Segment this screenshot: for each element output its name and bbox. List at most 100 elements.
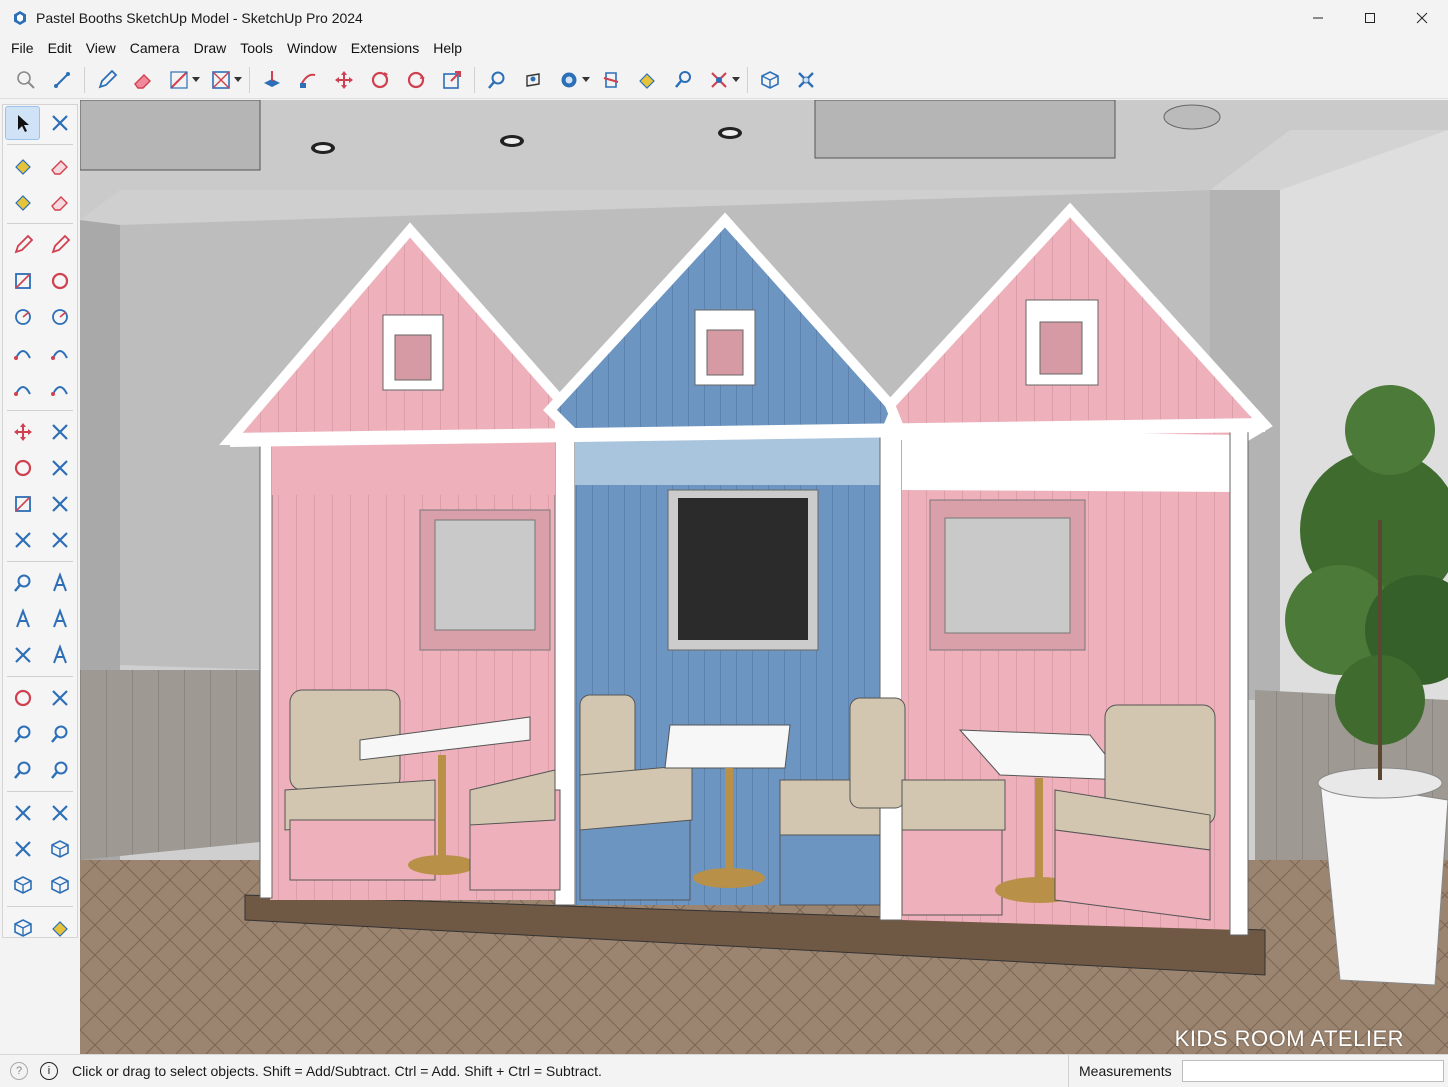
- zoom-tool-button[interactable]: [5, 717, 40, 751]
- close-button[interactable]: [1396, 0, 1448, 36]
- sandbox-tool-button[interactable]: [42, 832, 77, 866]
- rotate-tool-button[interactable]: [5, 451, 40, 485]
- look-around-tool-button[interactable]: [42, 753, 77, 787]
- eraser-button[interactable]: [125, 63, 161, 97]
- zoom-window-icon: [675, 70, 691, 88]
- info-icon[interactable]: i: [40, 1061, 58, 1080]
- pencil-button[interactable]: [89, 63, 125, 97]
- tape-measure-tool-button[interactable]: [5, 566, 40, 600]
- tag-paint-tool-button[interactable]: [5, 185, 40, 219]
- text-tool-button[interactable]: [42, 602, 77, 636]
- axes-tool-button[interactable]: [5, 638, 40, 672]
- orbit-icon: [407, 71, 425, 88]
- position-camera-tool-button[interactable]: [42, 796, 77, 830]
- scale-button[interactable]: [434, 63, 470, 97]
- warehouse-icon: [13, 876, 32, 894]
- rotated-rectangle-tool-button[interactable]: [42, 264, 77, 298]
- paint-bucket-icon: [639, 72, 655, 89]
- pie-tool-button[interactable]: [42, 336, 77, 370]
- freehand-tool-button[interactable]: [42, 228, 77, 262]
- rotate-button[interactable]: [362, 63, 398, 97]
- tag-eraser-icon: [50, 196, 68, 211]
- push-pull-button[interactable]: [254, 63, 290, 97]
- circle-tool-button[interactable]: [5, 300, 40, 334]
- pencil-icon: [14, 234, 33, 254]
- pan-tool-button[interactable]: [42, 681, 77, 715]
- arc-tool-button[interactable]: [5, 336, 40, 370]
- eraser-tool-button[interactable]: [42, 149, 77, 183]
- menu-window[interactable]: Window: [280, 40, 344, 56]
- minimize-button[interactable]: [1292, 0, 1344, 36]
- 3d-text-tool-button[interactable]: [42, 638, 77, 672]
- two-point-arc-tool-button[interactable]: [5, 372, 40, 406]
- menu-tools[interactable]: Tools: [233, 40, 280, 56]
- toolbar-separator: [7, 791, 73, 792]
- protractor-tool-button[interactable]: [5, 602, 40, 636]
- rectangle-tool-button[interactable]: [5, 264, 40, 298]
- warehouse-button[interactable]: [752, 63, 788, 97]
- materials-tool-button[interactable]: [42, 911, 77, 945]
- select-tool-button[interactable]: [5, 106, 41, 140]
- walk-tool-button[interactable]: [5, 796, 40, 830]
- paint-bucket-tool-button[interactable]: [5, 149, 40, 183]
- scale-tool-button[interactable]: [5, 487, 40, 521]
- zoom-icon: [488, 71, 505, 89]
- menu-bar: File Edit View Camera Draw Tools Window …: [0, 36, 1448, 60]
- orbit-button[interactable]: [398, 63, 434, 97]
- pencil-tool-button[interactable]: [5, 228, 40, 262]
- arc-icon: [13, 350, 31, 360]
- polygon-icon: [51, 309, 68, 325]
- flip-tool-button[interactable]: [5, 523, 40, 557]
- menu-edit[interactable]: Edit: [41, 40, 79, 56]
- protractor-icon: [15, 608, 30, 628]
- search-button[interactable]: [8, 63, 44, 97]
- three-point-arc-tool-button[interactable]: [42, 372, 77, 406]
- extension-warehouse-tool-button[interactable]: [42, 868, 77, 902]
- move-tool-button[interactable]: [5, 415, 40, 449]
- offset-tool-button[interactable]: [42, 487, 77, 521]
- two-point-arc-icon: [13, 386, 31, 396]
- styles-icon: [561, 72, 577, 87]
- menu-help[interactable]: Help: [426, 40, 469, 56]
- dimension-tool-button[interactable]: [42, 566, 77, 600]
- menu-extensions[interactable]: Extensions: [344, 40, 426, 56]
- measurements-input[interactable]: [1182, 1060, 1444, 1082]
- toolbar-separator: [747, 66, 748, 93]
- menu-draw[interactable]: Draw: [187, 40, 234, 56]
- maximize-button[interactable]: [1344, 0, 1396, 36]
- zoom-window-button[interactable]: [665, 63, 701, 97]
- polygon-tool-button[interactable]: [42, 300, 77, 334]
- toolbar-separator: [474, 66, 475, 93]
- tape-measure-button[interactable]: [44, 63, 80, 97]
- move-button[interactable]: [326, 63, 362, 97]
- section-plane-tool-button[interactable]: [5, 832, 40, 866]
- rectangle-button[interactable]: [203, 63, 239, 97]
- tool-row: [3, 565, 77, 601]
- solid-tools-tool-button[interactable]: [42, 523, 77, 557]
- tag-eraser-tool-button[interactable]: [42, 185, 77, 219]
- menu-camera[interactable]: Camera: [123, 40, 187, 56]
- walk-button[interactable]: [515, 63, 551, 97]
- line-button[interactable]: [161, 63, 197, 97]
- push-pull-tool-button[interactable]: [42, 415, 77, 449]
- styles-button[interactable]: [551, 63, 587, 97]
- orbit-tool-button[interactable]: [5, 681, 40, 715]
- lasso-select-tool-button[interactable]: [42, 106, 77, 140]
- zoom-extents-button[interactable]: [701, 63, 737, 97]
- zoom-button[interactable]: [479, 63, 515, 97]
- follow-me-button[interactable]: [290, 63, 326, 97]
- components-tool-button[interactable]: [5, 911, 40, 945]
- paint-bucket-button[interactable]: [629, 63, 665, 97]
- zoom-window-tool-button[interactable]: [42, 717, 77, 751]
- push-pull-icon: [51, 424, 68, 440]
- warehouse-tool-button[interactable]: [5, 868, 40, 902]
- menu-file[interactable]: File: [4, 40, 41, 56]
- walk-icon: [14, 805, 31, 821]
- section-plane-button[interactable]: [593, 63, 629, 97]
- model-viewport[interactable]: KIDS ROOM ATELIER: [80, 100, 1448, 1054]
- zoom-extents-tool-button[interactable]: [5, 753, 40, 787]
- extension-button[interactable]: [788, 63, 824, 97]
- geo-location-icon[interactable]: ?: [10, 1061, 28, 1080]
- follow-me-tool-button[interactable]: [42, 451, 77, 485]
- menu-view[interactable]: View: [79, 40, 123, 56]
